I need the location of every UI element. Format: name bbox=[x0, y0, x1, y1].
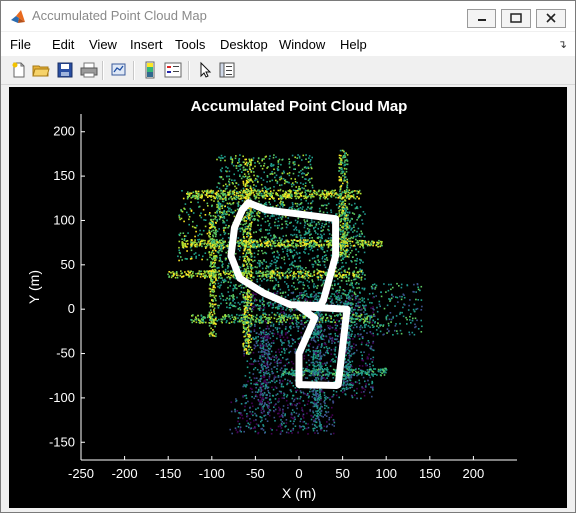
x-tick-label: 150 bbox=[419, 466, 441, 481]
y-tick-label: -50 bbox=[56, 346, 75, 361]
maximize-icon bbox=[510, 13, 522, 23]
property-inspector-icon[interactable] bbox=[218, 61, 236, 79]
minimize-button[interactable] bbox=[467, 9, 496, 28]
x-axis-label: X (m) bbox=[282, 485, 316, 501]
close-icon bbox=[546, 13, 556, 23]
print-icon[interactable] bbox=[80, 61, 98, 79]
toolbar-separator bbox=[102, 61, 104, 80]
menu-desktop[interactable]: Desktop bbox=[220, 37, 268, 52]
menu-window[interactable]: Window bbox=[279, 37, 325, 52]
save-icon[interactable] bbox=[56, 61, 74, 79]
x-tick-label: 200 bbox=[463, 466, 485, 481]
y-tick-label: -150 bbox=[49, 434, 75, 449]
edit-plot-arrow-icon[interactable] bbox=[196, 61, 214, 79]
menu-help[interactable]: Help bbox=[340, 37, 367, 52]
legend-icon[interactable] bbox=[164, 61, 182, 79]
menu-tools[interactable]: Tools bbox=[175, 37, 205, 52]
open-file-icon[interactable] bbox=[32, 61, 50, 79]
colorbar-icon[interactable] bbox=[141, 61, 159, 79]
plot-title: Accumulated Point Cloud Map bbox=[191, 98, 408, 115]
point-cloud-scatter bbox=[167, 149, 423, 435]
menu-file[interactable]: File bbox=[10, 37, 31, 52]
y-tick-label: 100 bbox=[53, 212, 75, 227]
x-tick-label: 100 bbox=[375, 466, 397, 481]
link-plot-icon[interactable] bbox=[110, 61, 128, 79]
figure-canvas[interactable]: -250 -200 -150 -100 -50 0 50 100 150 200 -150 -100 -… bbox=[9, 87, 567, 508]
x-tick-label: -150 bbox=[155, 466, 181, 481]
y-axis-label: Y (m) bbox=[26, 270, 42, 304]
x-tick-label: -200 bbox=[112, 466, 138, 481]
dock-arrow-icon[interactable]: ↴ bbox=[558, 38, 567, 51]
y-tick-label: 0 bbox=[68, 301, 75, 316]
y-tick-label: -100 bbox=[49, 390, 75, 405]
menu-view[interactable]: View bbox=[89, 37, 117, 52]
point-cloud-plot[interactable]: -250 -200 -150 -100 -50 0 50 100 150 200 -150 -100 -… bbox=[9, 87, 567, 508]
maximize-button[interactable] bbox=[501, 9, 531, 28]
toolbar-separator bbox=[188, 61, 190, 80]
x-tick-label: -100 bbox=[199, 466, 225, 481]
x-tick-label: -250 bbox=[68, 466, 94, 481]
y-tick-label: 50 bbox=[61, 257, 75, 272]
x-tick-label: 50 bbox=[335, 466, 349, 481]
menu-bar: File Edit View Insert Tools Desktop Wind… bbox=[1, 32, 575, 56]
title-bar[interactable]: Accumulated Point Cloud Map bbox=[1, 1, 575, 31]
y-tick-label: 150 bbox=[53, 168, 75, 183]
matlab-logo-icon bbox=[11, 10, 25, 23]
x-tick-label: -50 bbox=[246, 466, 265, 481]
window-title: Accumulated Point Cloud Map bbox=[32, 8, 207, 23]
new-figure-icon[interactable] bbox=[10, 61, 28, 79]
close-button[interactable] bbox=[536, 9, 566, 28]
y-tick-label: 200 bbox=[53, 124, 75, 139]
minimize-icon bbox=[478, 19, 486, 21]
menu-edit[interactable]: Edit bbox=[52, 37, 74, 52]
figure-window: Accumulated Point Cloud Map File Edit Vi… bbox=[0, 0, 576, 513]
x-tick-label: 0 bbox=[295, 466, 302, 481]
menu-insert[interactable]: Insert bbox=[130, 37, 163, 52]
figure-toolbar bbox=[1, 57, 575, 85]
toolbar-separator bbox=[133, 61, 135, 80]
